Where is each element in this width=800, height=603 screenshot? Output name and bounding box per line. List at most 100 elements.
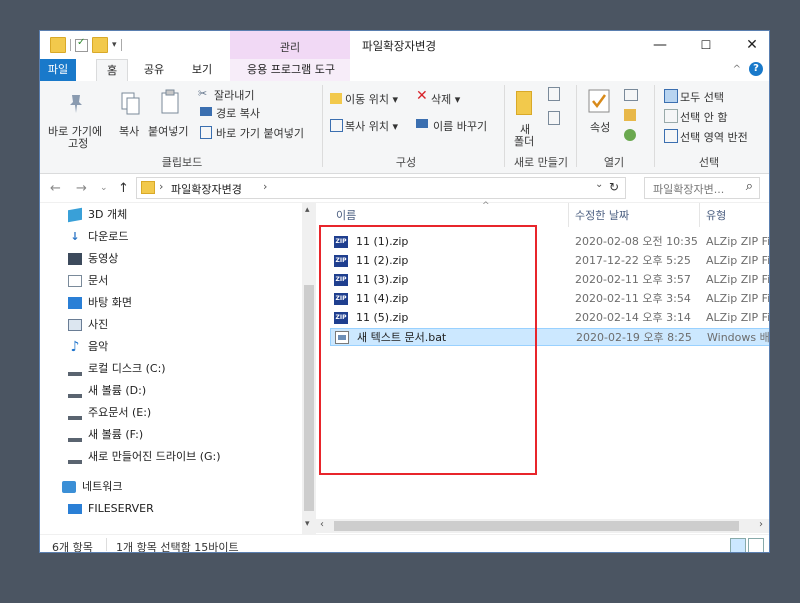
tab-view[interactable]: 보기: [184, 59, 220, 81]
select-all-button[interactable]: 모두 선택: [680, 89, 724, 105]
separator: [106, 538, 107, 551]
copy-button[interactable]: 복사: [119, 123, 139, 139]
column-divider[interactable]: [568, 203, 569, 227]
cube-icon: [68, 207, 82, 223]
column-header-name[interactable]: 이름: [336, 207, 356, 223]
nav-item-music[interactable]: ♪ 음악: [68, 337, 109, 357]
scrollbar-thumb[interactable]: [334, 521, 739, 531]
context-tab-label[interactable]: 관리: [230, 39, 350, 55]
nav-item-videos[interactable]: 동영상: [68, 249, 118, 269]
network-icon: [62, 481, 76, 493]
scrollbar-thumb[interactable]: [304, 285, 314, 511]
forward-button[interactable]: →: [76, 181, 87, 196]
file-modified: 2017-12-22 오후 5:25: [575, 254, 691, 267]
recent-locations-button[interactable]: ⌄: [100, 183, 108, 193]
help-icon[interactable]: ?: [749, 62, 763, 76]
refresh-icon[interactable]: ↻: [609, 180, 619, 194]
tab-share[interactable]: 공유: [136, 59, 172, 81]
new-folder-quick-icon[interactable]: [92, 37, 108, 53]
pin-to-quick-access-label: 고정: [68, 137, 89, 150]
up-button[interactable]: ↑: [118, 181, 129, 196]
copy-path-button[interactable]: 경로 복사: [216, 105, 260, 121]
file-type: Windows 배치 파일: [707, 331, 770, 344]
nav-pane-scrollbar[interactable]: ▴ ▾: [302, 203, 316, 534]
paste-button[interactable]: 붙여넣기: [148, 123, 188, 139]
file-modified: 2020-02-08 오전 10:35: [575, 235, 698, 248]
drive-icon: [68, 454, 82, 464]
copy-to-button[interactable]: 복사 위치 ▾: [345, 118, 398, 134]
picture-icon: [68, 319, 82, 331]
nav-item-label: 동영상: [88, 252, 119, 265]
search-input[interactable]: 파일확장자변... ⌕: [644, 177, 760, 199]
nav-item-drive-e[interactable]: 주요문서 (E:): [68, 403, 151, 423]
nav-item-label: 네트워크: [82, 480, 123, 493]
select-none-button[interactable]: 선택 안 함: [680, 109, 727, 125]
scroll-down-icon[interactable]: ▾: [305, 519, 310, 529]
title-bar: ▾ 관리 파일확장자변경 — ☐ ✕: [40, 31, 769, 59]
close-button[interactable]: ✕: [734, 35, 769, 55]
nav-item-drive-c[interactable]: 로컬 디스크 (C:): [68, 359, 166, 379]
column-header-modified[interactable]: 수정한 날짜: [575, 207, 629, 223]
drive-icon: [68, 388, 82, 398]
nav-item-network[interactable]: 네트워크: [62, 477, 122, 497]
drive-icon: [68, 432, 82, 442]
highlight-box: [319, 225, 537, 475]
scroll-left-icon[interactable]: ‹: [320, 519, 324, 530]
nav-item-documents[interactable]: 문서: [68, 271, 108, 291]
move-to-button[interactable]: 이동 위치 ▾: [345, 91, 398, 107]
nav-item-drive-f[interactable]: 새 볼륨 (F:): [68, 425, 143, 445]
search-icon[interactable]: ⌕: [746, 179, 753, 194]
paste-shortcut-icon: [200, 126, 212, 139]
tab-app-tools[interactable]: 응용 프로그램 도구: [236, 59, 346, 81]
chevron-right-icon[interactable]: ›: [263, 180, 267, 193]
edit-icon[interactable]: [624, 109, 636, 121]
address-field[interactable]: › 파일확장자변경 › ⌄ ↻: [136, 177, 626, 199]
file-type: ALZip ZIP File: [706, 273, 769, 286]
desktop-icon: [68, 297, 82, 309]
delete-button[interactable]: 삭제 ▾: [431, 91, 460, 107]
column-divider[interactable]: [699, 203, 700, 227]
collapse-ribbon-icon[interactable]: ^: [733, 64, 741, 75]
back-button[interactable]: ←: [50, 181, 61, 196]
details-view-icon[interactable]: [730, 538, 746, 552]
invert-selection-button[interactable]: 선택 영역 반전: [680, 129, 748, 145]
rename-button[interactable]: 이름 바꾸기: [433, 118, 487, 134]
nav-item-fileserver[interactable]: FILESERVER: [68, 499, 154, 519]
ribbon: 바로 가기에 고정 복사 붙여넣기 ✂ 잘라내기 경로 복사 바로 가기 붙여넣…: [40, 81, 769, 174]
nav-item-3d-objects[interactable]: 3D 개체: [68, 205, 127, 225]
easy-access-icon[interactable]: [548, 111, 560, 125]
file-modified: 2020-02-11 오후 3:54: [575, 292, 691, 305]
video-icon: [68, 253, 82, 265]
open-icon[interactable]: [624, 89, 638, 101]
drive-icon: [68, 366, 82, 376]
minimize-button[interactable]: —: [642, 35, 678, 55]
scroll-right-icon[interactable]: ›: [759, 519, 763, 530]
window-title: 파일확장자변경: [362, 39, 437, 53]
drive-icon: [68, 410, 82, 420]
address-dropdown-icon[interactable]: ⌄: [595, 179, 603, 190]
nav-item-pictures[interactable]: 사진: [68, 315, 108, 335]
rename-icon: [416, 119, 428, 128]
nav-item-drive-g[interactable]: 새로 만들어진 드라이브 (G:): [68, 447, 221, 467]
nav-item-desktop[interactable]: 바탕 화면: [68, 293, 132, 313]
horizontal-scrollbar[interactable]: ‹ ›: [316, 519, 769, 533]
history-icon[interactable]: [624, 129, 636, 141]
tab-home[interactable]: 홈: [96, 59, 128, 82]
nav-item-downloads[interactable]: ↓ 다운로드: [68, 227, 128, 247]
properties-quick-icon[interactable]: [75, 37, 88, 52]
nav-item-drive-d[interactable]: 새 볼륨 (D:): [68, 381, 146, 401]
tab-file[interactable]: 파일: [40, 59, 76, 81]
properties-button[interactable]: 속성: [590, 119, 610, 135]
new-item-icon[interactable]: [548, 87, 560, 101]
breadcrumb-path[interactable]: 파일확장자변경: [171, 181, 242, 197]
chevron-right-icon[interactable]: ›: [159, 180, 163, 193]
maximize-button[interactable]: ☐: [688, 35, 724, 55]
paste-shortcut-button[interactable]: 바로 가기 붙여넣기: [216, 125, 304, 141]
column-header-type[interactable]: 유형: [706, 207, 726, 223]
selection-info: 1개 항목 선택함 15바이트: [116, 541, 239, 553]
large-icons-view-icon[interactable]: [748, 538, 764, 552]
cut-button[interactable]: 잘라내기: [214, 87, 254, 103]
customize-toolbar-icon[interactable]: ▾: [112, 40, 117, 50]
scroll-up-icon[interactable]: ▴: [305, 205, 310, 215]
scissors-icon: ✂: [198, 87, 208, 100]
